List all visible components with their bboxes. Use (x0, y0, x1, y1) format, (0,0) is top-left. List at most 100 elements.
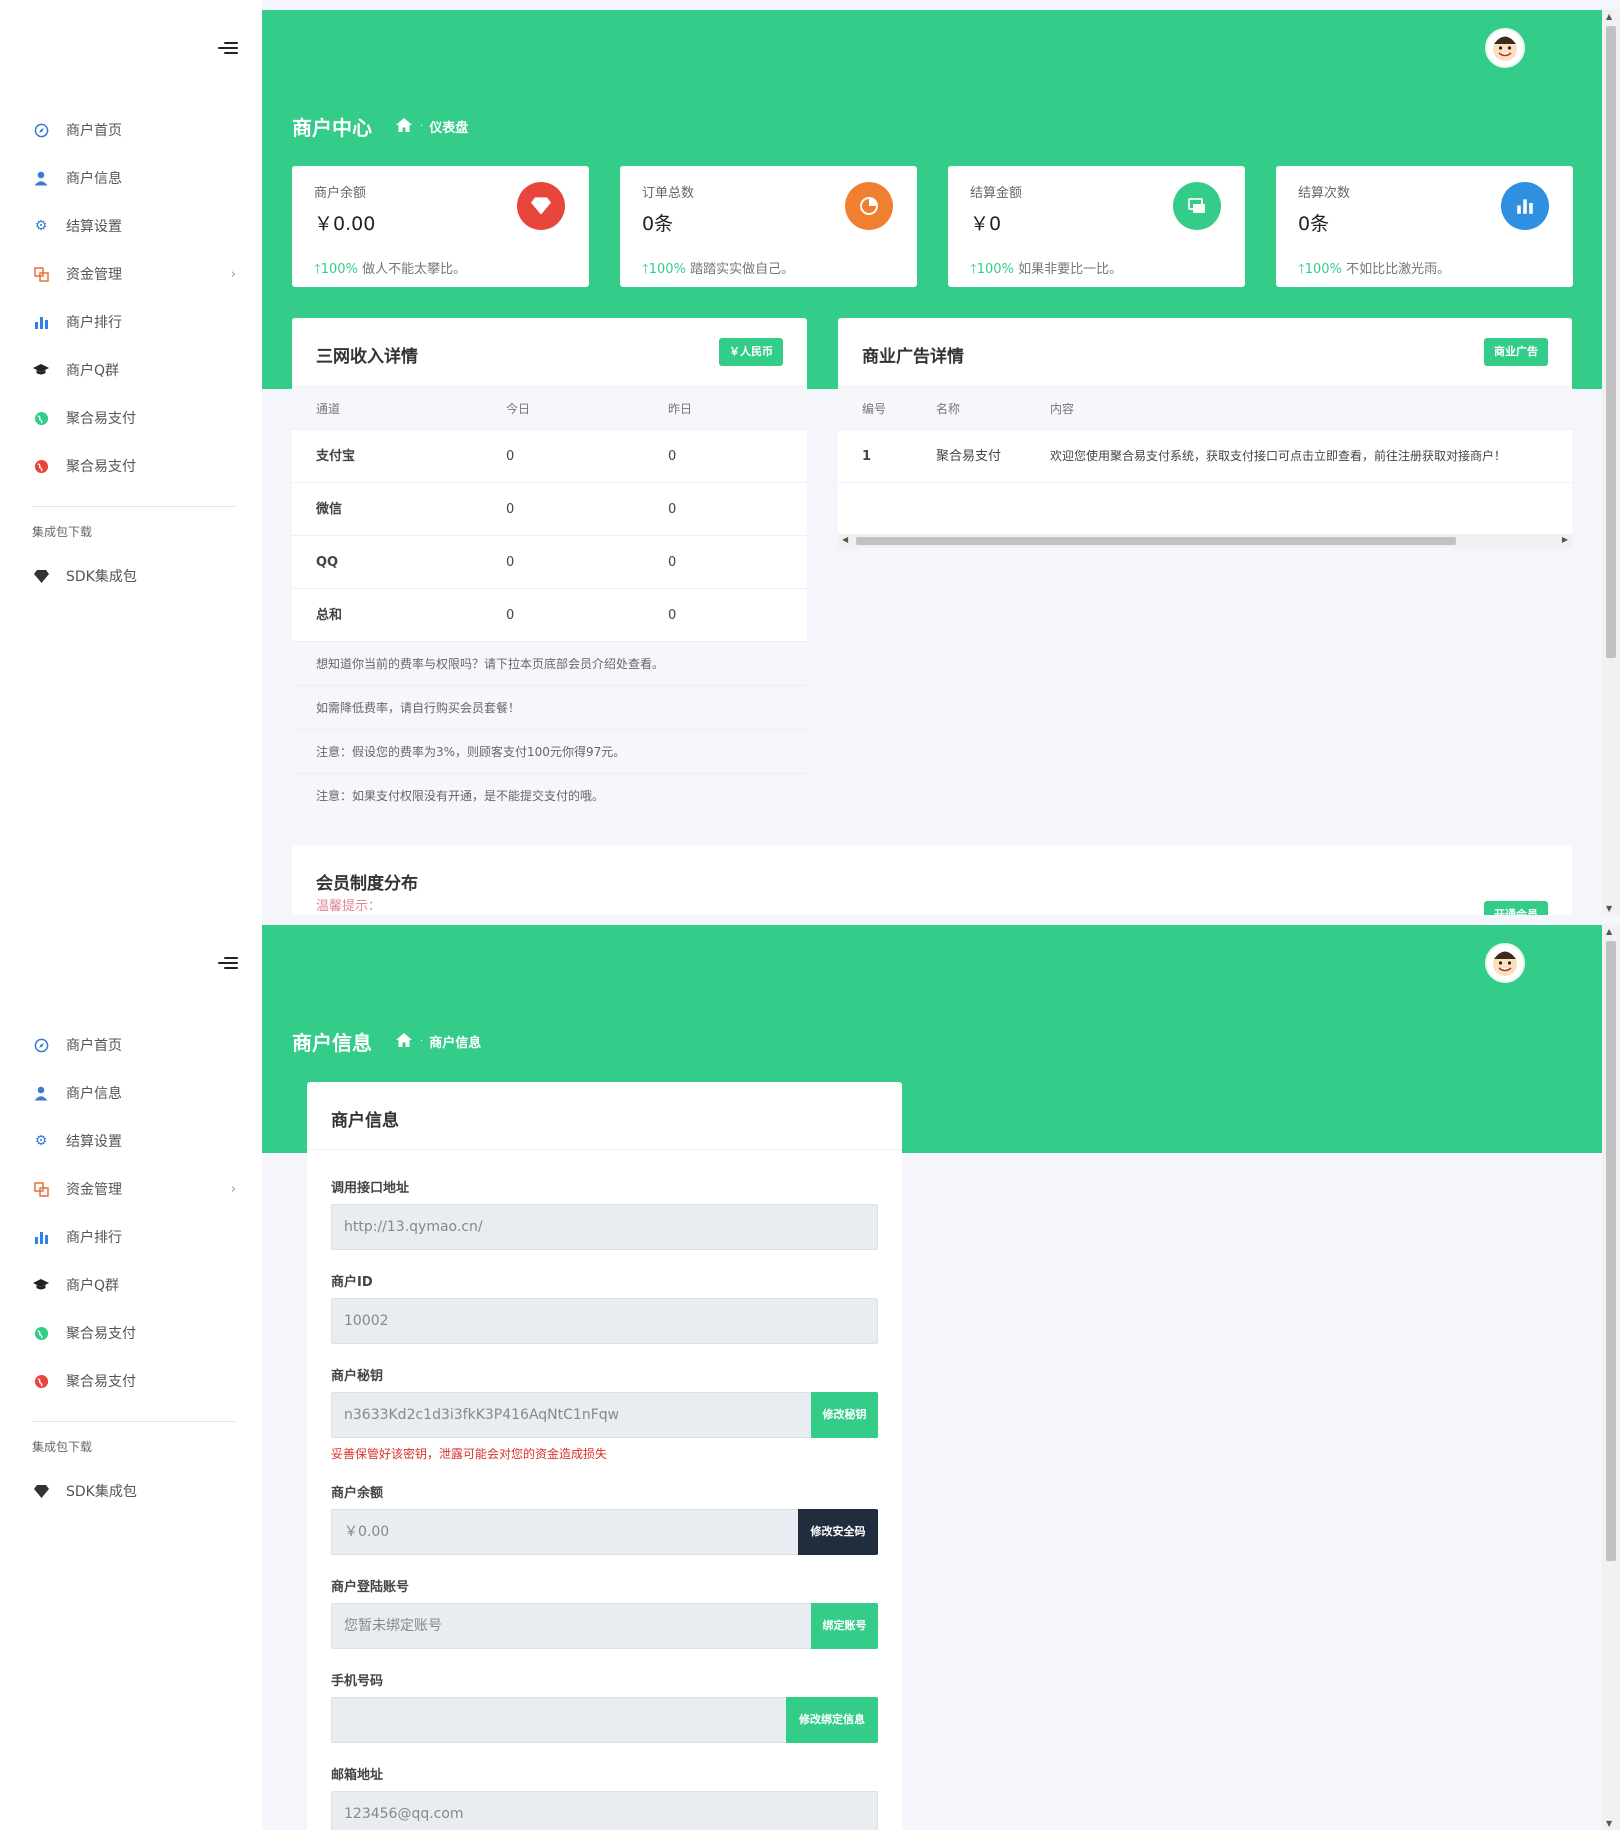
stat-note: 踏踏实实做自己。 (690, 262, 795, 277)
arrow-up-icon: 🡑 (642, 262, 649, 277)
column-header: 今日 (506, 402, 531, 416)
sidebar-item-rank[interactable]: 商户排行 (0, 1213, 262, 1261)
sidebar-item-home[interactable]: 商户首页 (0, 1021, 262, 1069)
change-secret-button[interactable]: 修改秘钥 (811, 1392, 878, 1438)
api-url-field[interactable]: http://13.qymao.cn/ (331, 1204, 878, 1250)
secret-field[interactable]: n3633Kd2c1d3i3fkK3P416AqNtC1nFqw (331, 1392, 878, 1438)
currency-badge: ￥人民币 (719, 338, 783, 366)
sidebar-item-funds[interactable]: 资金管理 › (0, 1165, 262, 1213)
table-row: 1 聚合易支付 欢迎您使用聚合易支付系统，获取支付接口可点击立即查看，前往注册获… (838, 430, 1572, 483)
horizontal-scrollbar[interactable]: ◀ ▶ (838, 534, 1572, 548)
sidebar-item-rank[interactable]: 商户排行 (0, 298, 262, 346)
breadcrumb[interactable]: 商户信息 (429, 1032, 481, 1051)
sidebar-item-sdk[interactable]: SDK集成包 (0, 552, 262, 600)
home-icon[interactable] (396, 117, 412, 136)
balance-field[interactable]: ￥0.00 (331, 1509, 878, 1555)
globe-icon (32, 409, 50, 427)
sidebar-item-pay1[interactable]: 聚合易支付 (0, 1309, 262, 1357)
page-title: 商户中心 (292, 116, 372, 140)
sidebar-item-label: SDK集成包 (66, 1484, 137, 1500)
change-binding-button[interactable]: 修改绑定信息 (786, 1697, 878, 1743)
scroll-down-icon[interactable]: ▼ (1606, 904, 1612, 913)
column-header: 昨日 (668, 402, 693, 416)
stat-card-orders: 订单总数 0条 🡑100% 踏踏实实做自己。 (620, 166, 917, 287)
scroll-up-icon[interactable]: ▲ (1606, 927, 1612, 936)
column-header: 编号 (862, 402, 887, 416)
scroll-left-icon[interactable]: ◀ (842, 535, 848, 544)
stat-percent: 100% (976, 262, 1014, 277)
user-icon (32, 1084, 50, 1102)
table-cell: 0 (506, 555, 515, 570)
sidebar-item-info[interactable]: 商户信息 (0, 1069, 262, 1117)
globe-icon (32, 1372, 50, 1390)
copy-icon (32, 1180, 50, 1198)
scrollbar-thumb[interactable] (1606, 941, 1616, 1561)
sidebar-item-settle[interactable]: ⚙ 结算设置 (0, 202, 262, 250)
scrollbar-thumb[interactable] (856, 537, 1456, 545)
table-row: 微信 0 0 (292, 483, 807, 536)
scroll-right-icon[interactable]: ▶ (1562, 535, 1568, 544)
page-header: 商户信息 · 商户信息 (292, 1027, 481, 1056)
stat-footer: 🡑100% 做人不能太攀比。 (314, 258, 567, 282)
sidebar-item-label: 聚合易支付 (66, 411, 136, 427)
pie-chart-icon (845, 182, 893, 230)
avatar[interactable] (1485, 28, 1525, 68)
gear-icon: ⚙ (34, 218, 48, 234)
money-icon (1173, 182, 1221, 230)
bind-account-button[interactable]: 绑定账号 (811, 1603, 878, 1649)
change-security-code-button[interactable]: 修改安全码 (798, 1509, 878, 1555)
secret-warning: 妥善保管好该密钥，泄露可能会对您的资金造成损失 (331, 1447, 608, 1461)
stat-card-settle-count: 结算次数 0条 🡑100% 不如比比激光雨。 (1276, 166, 1573, 287)
table-cell: 0 (668, 555, 677, 570)
sidebar-item-settle[interactable]: ⚙ 结算设置 (0, 1117, 262, 1165)
table-row: 总和 0 0 (292, 589, 807, 642)
page-scrollbar[interactable]: ▲ ▼ (1602, 925, 1620, 1830)
scroll-up-icon[interactable]: ▲ (1606, 12, 1612, 21)
table-cell: 0 (668, 502, 677, 517)
page-header: 商户中心 · 仪表盘 (292, 112, 468, 141)
login-account-field[interactable]: 您暂未绑定账号 (331, 1603, 878, 1649)
breadcrumb[interactable]: 仪表盘 (429, 117, 468, 136)
ads-panel: 商业广告详情 商业广告 编号 名称 内容 1 聚合易支付 欢迎您使用聚合易支付系… (838, 318, 1572, 548)
note-row: 注意：假设您的费率为3%，则顾客支付100元你得97元。 (292, 730, 807, 774)
sidebar: 商户首页 商户信息 ⚙ 结算设置 资金管理 › 商户排行 商户Q群 聚合易支付 … (0, 915, 262, 1830)
sidebar-menu: 商户首页 商户信息 ⚙ 结算设置 资金管理 › 商户排行 商户Q群 聚合易支付 … (0, 1021, 262, 1515)
sidebar-item-sdk[interactable]: SDK集成包 (0, 1467, 262, 1515)
avatar[interactable] (1485, 943, 1525, 983)
sidebar-item-label: 结算设置 (66, 1134, 122, 1150)
breadcrumb-separator: · (420, 121, 424, 132)
merchant-id-field[interactable]: 10002 (331, 1298, 878, 1344)
sidebar-item-label: 资金管理 (66, 267, 122, 283)
sidebar-item-home[interactable]: 商户首页 (0, 106, 262, 154)
membership-panel: 会员制度分布 温馨提示： 开通会员 (292, 845, 1572, 915)
dashboard-screen: 商户首页 商户信息 ⚙ 结算设置 资金管理 › 商户排行 商户Q群 聚合易支付 … (0, 0, 1620, 915)
page-scrollbar[interactable]: ▲ ▼ (1602, 10, 1620, 915)
stat-footer: 🡑100% 不如比比激光雨。 (1298, 258, 1551, 282)
email-field[interactable]: 123456@qq.com (331, 1791, 878, 1830)
scrollbar-thumb[interactable] (1606, 26, 1616, 658)
table-cell: 欢迎您使用聚合易支付系统，获取支付接口可点击立即查看，前往注册获取对接商户！ (1050, 449, 1507, 463)
bar-chart-icon (1501, 182, 1549, 230)
sidebar-item-info[interactable]: 商户信息 (0, 154, 262, 202)
sidebar-item-qgroup[interactable]: 商户Q群 (0, 346, 262, 394)
panel-title: 商业广告详情 (862, 347, 964, 367)
sidebar-item-pay2[interactable]: 聚合易支付 (0, 442, 262, 490)
sidebar-item-funds[interactable]: 资金管理 › (0, 250, 262, 298)
sidebar-item-pay2[interactable]: 聚合易支付 (0, 1357, 262, 1405)
home-icon[interactable] (396, 1032, 412, 1051)
sidebar-item-label: 结算设置 (66, 219, 122, 235)
sidebar-item-pay1[interactable]: 聚合易支付 (0, 394, 262, 442)
menu-toggle-icon[interactable] (218, 957, 238, 971)
merchant-info-screen: 商户首页 商户信息 ⚙ 结算设置 资金管理 › 商户排行 商户Q群 聚合易支付 … (0, 915, 1620, 1830)
table-cell: 0 (506, 608, 515, 623)
field-label: 商户ID (331, 1275, 373, 1290)
stat-card-settle-amount: 结算金额 ￥0 🡑100% 如果非要比一比。 (948, 166, 1245, 287)
sidebar-menu: 商户首页 商户信息 ⚙ 结算设置 资金管理 › 商户排行 商户Q群 聚合易支付 … (0, 106, 262, 600)
scroll-down-icon[interactable]: ▼ (1606, 1819, 1612, 1828)
menu-toggle-icon[interactable] (218, 42, 238, 56)
stat-percent: 100% (1304, 262, 1342, 277)
copy-icon (32, 265, 50, 283)
sidebar-item-qgroup[interactable]: 商户Q群 (0, 1261, 262, 1309)
ads-badge: 商业广告 (1484, 338, 1548, 366)
open-membership-button[interactable]: 开通会员 (1484, 901, 1548, 915)
